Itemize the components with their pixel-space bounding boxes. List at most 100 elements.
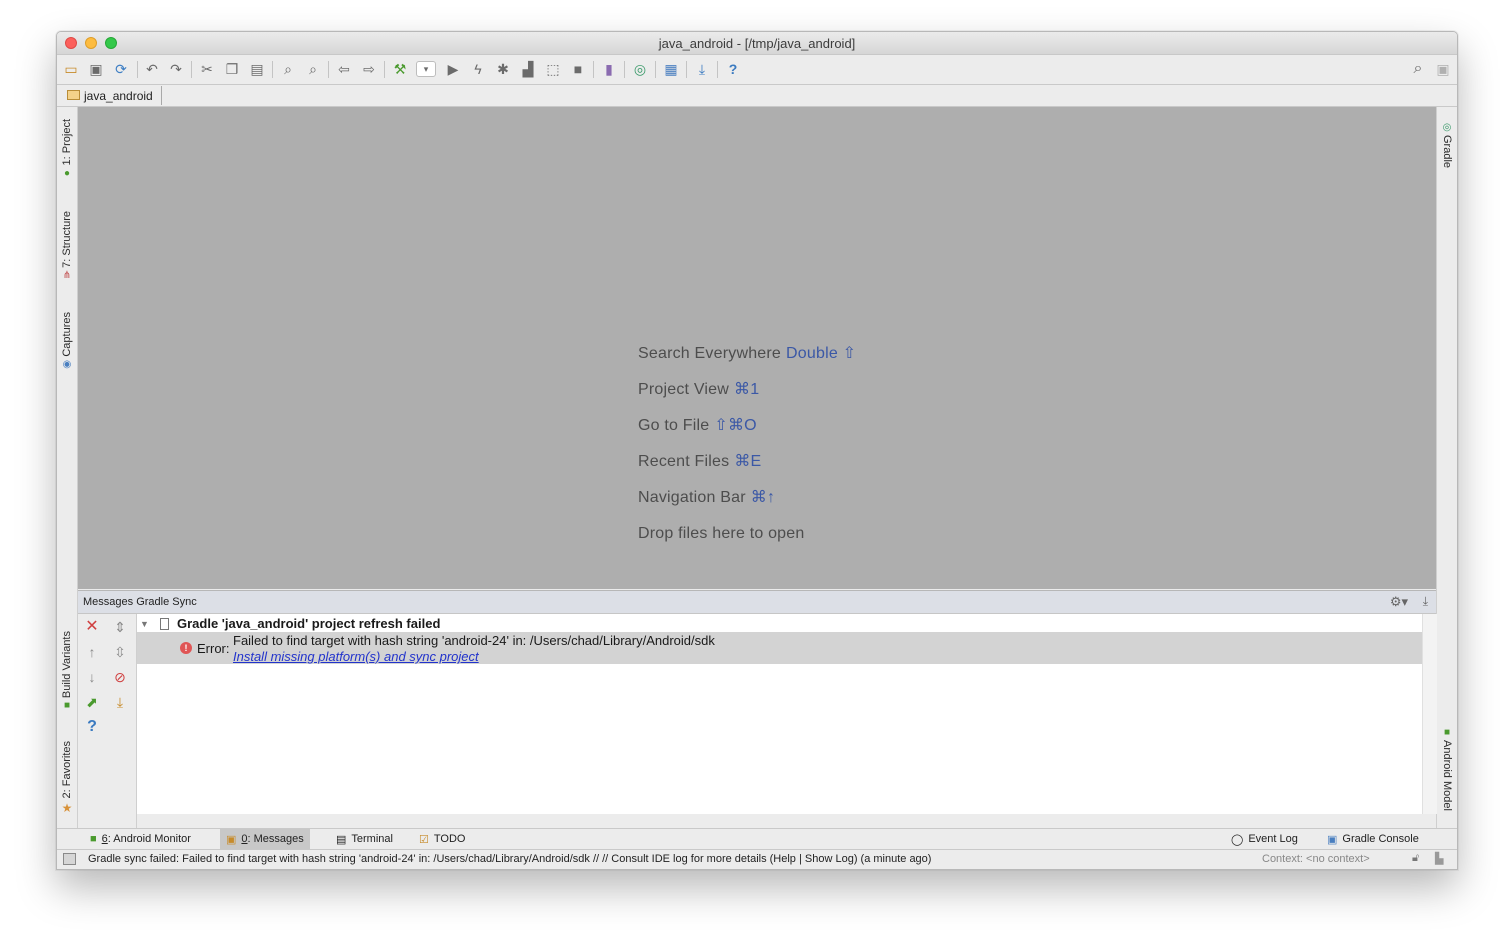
event-log-icon: ◯ — [1231, 833, 1244, 846]
next-message-icon[interactable]: ↓ — [82, 667, 102, 687]
tab-structure-label: 7: Structure — [61, 211, 73, 268]
hint-shortcut: Double ⇧ — [786, 345, 857, 362]
tab-event-log[interactable]: ◯ Event Log — [1225, 829, 1304, 849]
filter-errors-icon[interactable]: ⊘ — [110, 667, 130, 687]
status-bar: Gradle sync failed: Failed to find targe… — [57, 849, 1457, 869]
tab-messages[interactable]: ▣ 0: Messages — [220, 829, 310, 849]
install-platform-link[interactable]: Install missing platform(s) and sync pro… — [233, 649, 479, 664]
copy-icon[interactable]: ❐ — [222, 59, 242, 79]
tab-terminal-label: Terminal — [351, 833, 393, 845]
tab-favorites-label: 2: Favorites — [61, 741, 73, 799]
tab-project-label: 1: Project — [61, 119, 73, 166]
tab-build-variants[interactable]: Build Variants ■ — [57, 623, 77, 719]
toolbar-separator — [686, 61, 687, 78]
toolbar-separator — [272, 61, 273, 78]
close-icon[interactable]: ✕ — [82, 617, 102, 637]
debug-icon[interactable]: ✱ — [493, 59, 513, 79]
tree-root-node[interactable]: ▼ Gradle 'java_android' project refresh … — [137, 615, 440, 632]
messages-toolbar: ✕ ⇕ ↑ ⇳ ↓ ⊘ ⬈ ⤓ ? — [78, 614, 137, 828]
tab-favorites[interactable]: 2: Favorites ★ — [57, 735, 77, 821]
apply-changes-icon[interactable]: ϟ — [468, 59, 488, 79]
back-icon[interactable]: ⇦ — [334, 59, 354, 79]
user-icon[interactable]: ▣ — [1433, 59, 1453, 79]
collapse-arrow-icon[interactable]: ▼ — [140, 619, 154, 629]
toolbar-separator — [717, 61, 718, 78]
export-icon[interactable]: ⬈ — [82, 692, 102, 712]
avd-manager-icon[interactable]: ▮ — [599, 59, 619, 79]
hint-recent-files: Recent Files ⌘E — [638, 450, 856, 486]
tab-structure[interactable]: 7: Structure ⋔ — [57, 203, 77, 289]
redo-icon[interactable]: ↷ — [166, 59, 186, 79]
android-icon: ■ — [1443, 727, 1451, 739]
structure-icon: ⋔ — [62, 269, 72, 281]
open-icon[interactable]: ▭ — [61, 59, 81, 79]
hint-search-everywhere: Search Everywhere Double ⇧ — [638, 342, 856, 378]
undo-icon[interactable]: ↶ — [142, 59, 162, 79]
toggle-tool-windows-icon[interactable] — [63, 853, 76, 865]
toolbar-separator — [624, 61, 625, 78]
find-icon[interactable]: ⌕ — [278, 59, 298, 79]
search-icon[interactable]: ⌕ — [1408, 59, 1428, 79]
tab-gradle[interactable]: ◎ Gradle — [1437, 115, 1457, 175]
collapse-all-icon[interactable]: ⇳ — [110, 642, 130, 662]
hint-text: Search Everywhere — [638, 345, 782, 362]
tab-android-monitor[interactable]: ■ 6: Android Monitor — [84, 829, 197, 849]
previous-message-icon[interactable]: ↑ — [82, 642, 102, 662]
hint-text: Navigation Bar — [638, 489, 746, 506]
error-message-row[interactable]: ! Error: Failed to find target with hash… — [137, 632, 1422, 664]
tab-gradle-console[interactable]: ▣ Gradle Console — [1321, 829, 1425, 849]
tab-android-model[interactable]: ■ Android Model — [1437, 719, 1457, 819]
sdk-manager-icon[interactable]: ⤓ — [692, 59, 712, 79]
hint-shortcut: ⌘E — [734, 453, 762, 470]
attach-debugger-icon[interactable]: ⬚ — [543, 59, 563, 79]
tab-todo[interactable]: ☑ TODO — [413, 829, 471, 849]
breadcrumb-label: java_android — [84, 88, 153, 103]
messages-icon: ▣ — [226, 833, 237, 846]
tab-gradle-console-label: Gradle Console — [1342, 833, 1419, 845]
run-icon[interactable]: ▶ — [443, 59, 463, 79]
tab-terminal[interactable]: ▤ Terminal — [330, 829, 399, 849]
make-project-icon[interactable]: ⚒ — [390, 59, 410, 79]
hide-panel-icon[interactable]: ⤓ — [1423, 594, 1428, 609]
profile-icon[interactable]: ▟ — [518, 59, 538, 79]
tab-captures-label: Captures — [61, 312, 73, 357]
sync-icon[interactable]: ⟳ — [111, 59, 131, 79]
sync-gradle-icon[interactable]: ◎ — [630, 59, 650, 79]
paste-icon[interactable]: ▤ — [247, 59, 267, 79]
save-icon[interactable]: ▣ — [86, 59, 106, 79]
folder-icon — [67, 90, 80, 100]
tab-project[interactable]: 1: Project ● — [57, 113, 77, 185]
download-icon[interactable]: ⤓ — [110, 692, 130, 712]
left-tool-strip: 1: Project ● 7: Structure ⋔ Captures ◉ B… — [57, 107, 78, 828]
hint-shortcut: ⌘↑ — [750, 489, 776, 506]
messages-scrollbar[interactable] — [1422, 614, 1437, 814]
inspector-icon[interactable]: ▙ — [1435, 852, 1443, 865]
hint-drop-files: Drop files here to open — [638, 522, 856, 558]
gear-icon[interactable]: ⚙▾ — [1390, 594, 1408, 610]
breadcrumb-project[interactable]: java_android — [65, 86, 162, 105]
toolbar-separator — [655, 61, 656, 78]
status-message[interactable]: Gradle sync failed: Failed to find targe… — [88, 853, 931, 865]
messages-title: Messages Gradle Sync — [83, 596, 197, 608]
stop-icon[interactable]: ■ — [568, 59, 588, 79]
editor-hints: Search Everywhere Double ⇧ Project View ⌘1… — [638, 342, 856, 558]
tab-event-log-label: Event Log — [1248, 833, 1298, 845]
cut-icon[interactable]: ✂ — [197, 59, 217, 79]
project-structure-icon[interactable]: ▦ — [661, 59, 681, 79]
help-icon[interactable]: ? — [723, 59, 743, 79]
lock-icon[interactable]: 🔓︎ — [1412, 852, 1419, 865]
hint-text: Project View — [638, 381, 730, 398]
tab-build-variants-label: Build Variants — [61, 630, 73, 699]
android-icon: ■ — [90, 833, 97, 845]
status-context: Context: <no context> — [1262, 853, 1370, 865]
forward-icon[interactable]: ⇨ — [359, 59, 379, 79]
tab-captures[interactable]: Captures ◉ — [57, 305, 77, 377]
toolbar-separator — [593, 61, 594, 78]
run-config-dropdown[interactable]: ▾ — [416, 61, 436, 77]
hint-text: Go to File — [638, 417, 710, 434]
expand-all-icon[interactable]: ⇕ — [110, 617, 130, 637]
help-icon[interactable]: ? — [82, 717, 102, 737]
replace-icon[interactable]: ⌕ — [303, 59, 323, 79]
toolbar-separator — [137, 61, 138, 78]
editor-area[interactable]: Search Everywhere Double ⇧ Project View ⌘1… — [78, 107, 1436, 589]
